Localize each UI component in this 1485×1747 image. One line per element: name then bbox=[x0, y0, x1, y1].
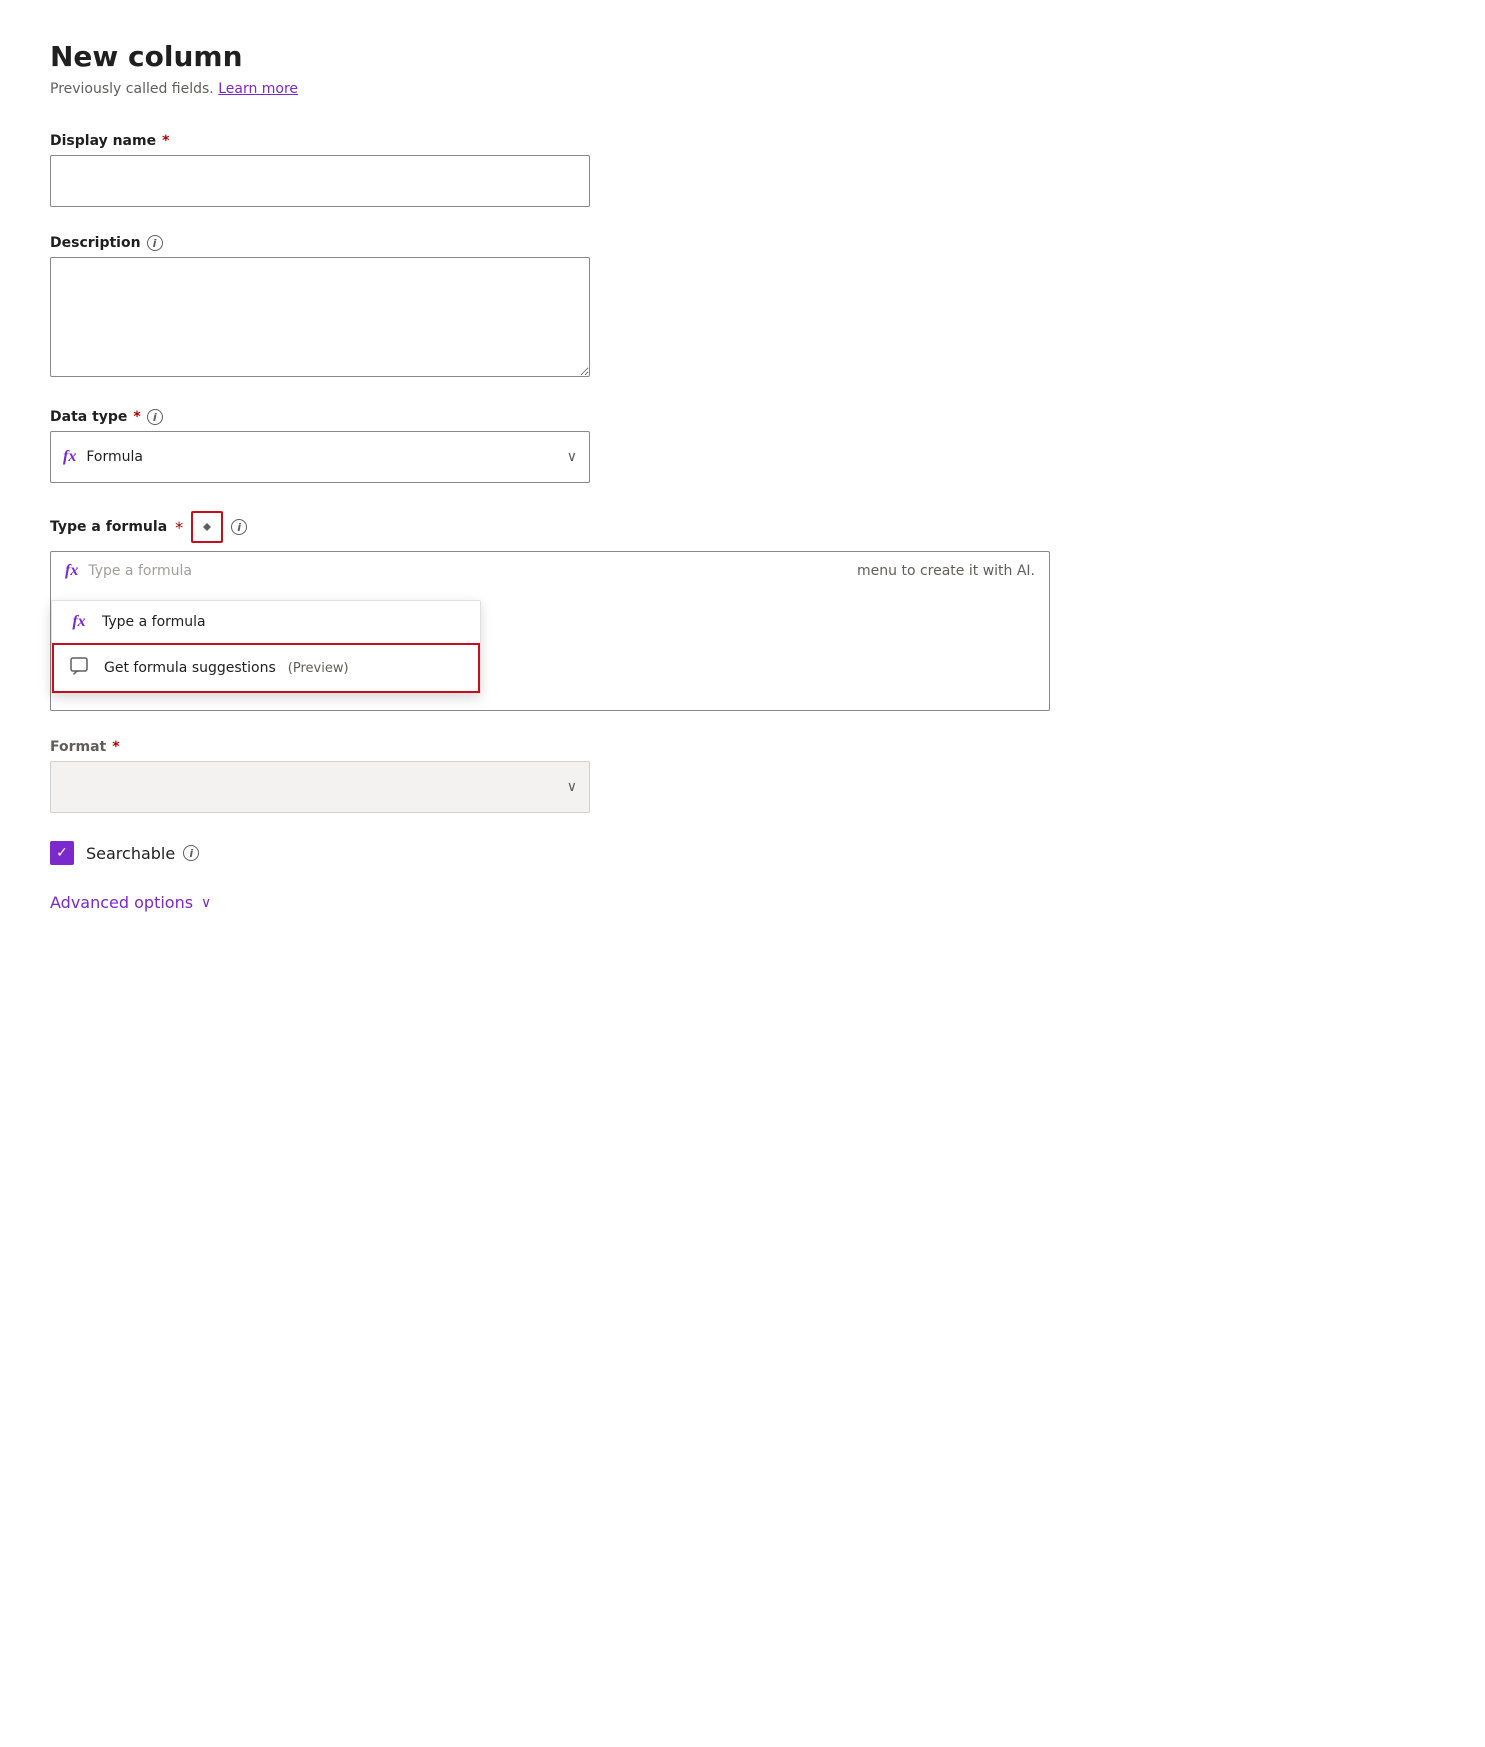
formula-label-text: Type a formula bbox=[50, 519, 167, 535]
formula-info-icon[interactable]: i bbox=[231, 519, 247, 535]
data-type-select-wrapper: fx Formula ∨ bbox=[50, 431, 590, 483]
description-info-icon[interactable]: i bbox=[147, 235, 163, 251]
dropdown-item-type-formula[interactable]: fx Type a formula bbox=[52, 601, 480, 643]
format-select[interactable]: ∨ bbox=[50, 761, 590, 813]
description-label-text: Description bbox=[50, 235, 141, 251]
display-name-label: Display name * bbox=[50, 133, 590, 149]
advanced-options-chevron-icon: ∨ bbox=[201, 895, 211, 911]
format-label-text: Format bbox=[50, 739, 106, 755]
learn-more-link[interactable]: Learn more bbox=[218, 81, 298, 97]
data-type-required: * bbox=[133, 409, 140, 425]
formula-item-fx-icon: fx bbox=[68, 613, 90, 631]
description-label: Description i bbox=[50, 235, 590, 251]
formula-editor-container: fx Type a formula menu to create it with… bbox=[50, 551, 1050, 711]
advanced-options-row[interactable]: Advanced options ∨ bbox=[50, 893, 1435, 912]
formula-label-row: Type a formula * i bbox=[50, 511, 1050, 543]
searchable-label: Searchable i bbox=[86, 844, 199, 863]
dropdown-item-type-formula-label: Type a formula bbox=[102, 614, 206, 630]
fx-icon: fx bbox=[63, 448, 76, 466]
formula-editor-top[interactable]: fx Type a formula menu to create it with… bbox=[51, 552, 1049, 590]
searchable-row: ✓ Searchable i bbox=[50, 841, 1435, 865]
dropdown-item-suggestions[interactable]: Get formula suggestions (Preview) bbox=[52, 643, 480, 693]
format-group: Format * ∨ bbox=[50, 739, 590, 813]
checkmark-icon: ✓ bbox=[56, 845, 68, 861]
format-select-wrapper: ∨ bbox=[50, 761, 590, 813]
data-type-chevron-icon: ∨ bbox=[567, 449, 577, 465]
page-title: New column bbox=[50, 40, 1435, 73]
display-name-label-text: Display name bbox=[50, 133, 156, 149]
chat-icon bbox=[70, 657, 92, 679]
dropdown-item-suggestions-label: Get formula suggestions bbox=[104, 660, 276, 676]
data-type-label-text: Data type bbox=[50, 409, 127, 425]
searchable-checkbox[interactable]: ✓ bbox=[50, 841, 74, 865]
format-label: Format * bbox=[50, 739, 590, 755]
searchable-info-icon[interactable]: i bbox=[183, 845, 199, 861]
subtitle-text: Previously called fields. bbox=[50, 81, 214, 97]
preview-badge: (Preview) bbox=[288, 661, 349, 676]
advanced-options-text: Advanced options bbox=[50, 893, 193, 912]
formula-hint-text: menu to create it with AI. bbox=[857, 563, 1035, 579]
subtitle: Previously called fields. Learn more bbox=[50, 81, 1435, 97]
formula-fx-icon: fx bbox=[65, 562, 78, 580]
format-chevron-icon: ∨ bbox=[567, 779, 577, 795]
data-type-value: Formula bbox=[86, 449, 143, 465]
data-type-label: Data type * i bbox=[50, 409, 590, 425]
description-input[interactable] bbox=[50, 257, 590, 377]
formula-placeholder-text: Type a formula bbox=[88, 563, 857, 579]
display-name-required: * bbox=[162, 133, 169, 149]
display-name-group: Display name * bbox=[50, 133, 590, 207]
data-type-info-icon[interactable]: i bbox=[147, 409, 163, 425]
formula-required: * bbox=[175, 518, 183, 537]
description-group: Description i bbox=[50, 235, 590, 381]
data-type-group: Data type * i fx Formula ∨ bbox=[50, 409, 590, 483]
formula-stepper-button[interactable] bbox=[191, 511, 223, 543]
formula-section: Type a formula * i fx Type a formula men… bbox=[50, 511, 1050, 711]
data-type-select[interactable]: fx Formula ∨ bbox=[50, 431, 590, 483]
format-required: * bbox=[112, 739, 119, 755]
searchable-label-text: Searchable bbox=[86, 844, 175, 863]
formula-dropdown-menu: fx Type a formula Get formula suggestion… bbox=[51, 600, 481, 694]
display-name-input[interactable] bbox=[50, 155, 590, 207]
